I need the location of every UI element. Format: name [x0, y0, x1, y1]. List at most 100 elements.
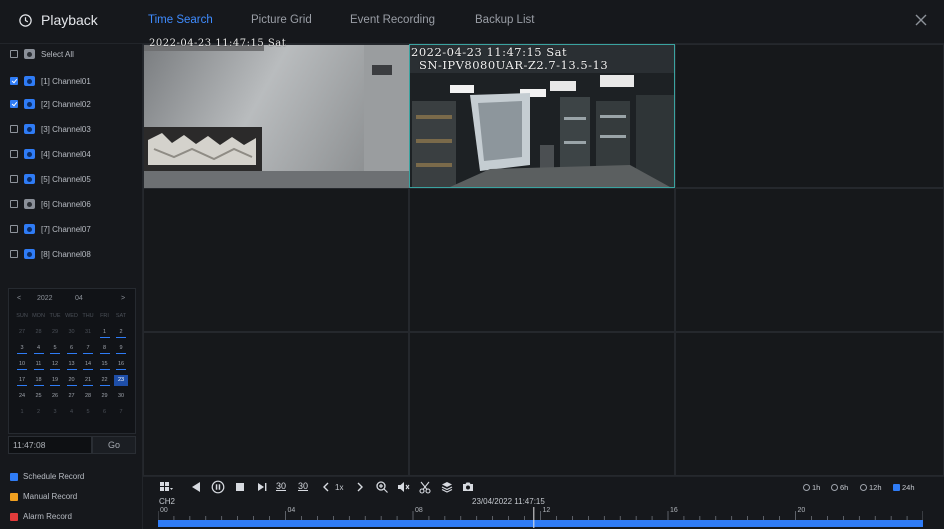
skip-forward-30-button[interactable]: 30: [298, 481, 308, 491]
calendar-day[interactable]: 5: [81, 407, 95, 418]
channel-item[interactable]: [5] Channel05: [10, 172, 91, 186]
zoom-option-6h[interactable]: 6h: [831, 483, 848, 492]
calendar-day[interactable]: 9: [114, 343, 128, 354]
skip-back-30-button[interactable]: 30: [276, 481, 286, 491]
channel-item[interactable]: [4] Channel04: [10, 147, 91, 161]
calendar-day[interactable]: 29: [98, 391, 112, 402]
select-all-checkbox[interactable]: [10, 50, 18, 58]
calendar-day[interactable]: 16: [114, 359, 128, 370]
calendar-day[interactable]: 4: [65, 407, 79, 418]
stop-icon[interactable]: [233, 480, 247, 494]
channel-checkbox[interactable]: [10, 200, 18, 208]
calendar-month[interactable]: 04: [75, 295, 83, 302]
prev-month-button[interactable]: <: [17, 295, 21, 302]
calendar-day[interactable]: 30: [65, 327, 79, 338]
calendar-day[interactable]: 6: [65, 343, 79, 354]
calendar-day[interactable]: 12: [48, 359, 62, 370]
calendar-day[interactable]: 26: [48, 391, 62, 402]
next-month-button[interactable]: >: [121, 295, 125, 302]
calendar-day[interactable]: 24: [15, 391, 29, 402]
channel-item[interactable]: [8] Channel08: [10, 247, 91, 261]
calendar-day[interactable]: 31: [81, 327, 95, 338]
calendar-day[interactable]: 1: [98, 327, 112, 338]
video-cell-empty[interactable]: [409, 188, 675, 332]
snapshot-camera-icon[interactable]: [461, 480, 475, 494]
calendar-day[interactable]: 28: [81, 391, 95, 402]
calendar-day[interactable]: 3: [15, 343, 29, 354]
calendar-day[interactable]: 28: [32, 327, 46, 338]
channel-checkbox[interactable]: [10, 250, 18, 258]
zoom-radio[interactable]: [831, 484, 838, 491]
time-input[interactable]: [8, 436, 92, 454]
go-button[interactable]: Go: [92, 436, 136, 454]
channel-item[interactable]: [2] Channel02: [10, 97, 91, 111]
tab-picture-grid[interactable]: Picture Grid: [251, 14, 312, 26]
zoom-radio[interactable]: [860, 484, 867, 491]
calendar-day[interactable]: 14: [81, 359, 95, 370]
video-cell-empty[interactable]: [143, 188, 409, 332]
video-cell-empty[interactable]: [675, 44, 944, 188]
channel-checkbox[interactable]: [10, 125, 18, 133]
calendar-day[interactable]: 22: [98, 375, 112, 386]
calendar-day[interactable]: 23: [114, 375, 128, 386]
calendar-day[interactable]: 19: [48, 375, 62, 386]
layout-grid-icon[interactable]: [159, 480, 173, 494]
channel-item[interactable]: [3] Channel03: [10, 122, 91, 136]
calendar-day[interactable]: 6: [98, 407, 112, 418]
calendar-day[interactable]: 1: [15, 407, 29, 418]
channel-checkbox[interactable]: [10, 175, 18, 183]
playback-timeline[interactable]: 00 04 08 12 16 20: [157, 505, 924, 528]
video-cell-empty[interactable]: [143, 332, 409, 476]
calendar-day[interactable]: 27: [65, 391, 79, 402]
channel-item[interactable]: [1] Channel01: [10, 74, 91, 88]
slower-icon[interactable]: [319, 480, 333, 494]
channel-checkbox[interactable]: [10, 77, 18, 85]
reverse-play-icon[interactable]: [189, 480, 203, 494]
channel-item[interactable]: [6] Channel06: [10, 197, 91, 211]
zoom-option-24h[interactable]: 24h: [893, 483, 915, 492]
calendar-day[interactable]: 8: [98, 343, 112, 354]
channel-checkbox[interactable]: [10, 100, 18, 108]
zoom-option-12h[interactable]: 12h: [860, 483, 882, 492]
zoom-radio[interactable]: [803, 484, 810, 491]
clip-scissors-icon[interactable]: [418, 480, 432, 494]
zoom-in-icon[interactable]: [375, 480, 389, 494]
calendar-day[interactable]: 30: [114, 391, 128, 402]
calendar-day[interactable]: 13: [65, 359, 79, 370]
calendar-day[interactable]: 25: [32, 391, 46, 402]
video-cell-empty[interactable]: [409, 332, 675, 476]
pause-icon[interactable]: [211, 480, 225, 494]
mute-icon[interactable]: [396, 480, 410, 494]
zoom-radio-selected[interactable]: [893, 484, 900, 491]
calendar-day[interactable]: 21: [81, 375, 95, 386]
calendar-day[interactable]: 7: [114, 407, 128, 418]
calendar-day[interactable]: 11: [32, 359, 46, 370]
close-icon[interactable]: [912, 11, 930, 29]
calendar-day[interactable]: 29: [48, 327, 62, 338]
next-frame-icon[interactable]: [255, 480, 269, 494]
select-all-row[interactable]: Select All: [10, 47, 74, 61]
calendar-day[interactable]: 27: [15, 327, 29, 338]
video-cell-channel01[interactable]: [143, 44, 410, 189]
calendar-day[interactable]: 5: [48, 343, 62, 354]
calendar-day[interactable]: 18: [32, 375, 46, 386]
tab-event-recording[interactable]: Event Recording: [350, 14, 435, 26]
calendar-day[interactable]: 2: [32, 407, 46, 418]
channel-checkbox[interactable]: [10, 150, 18, 158]
faster-icon[interactable]: [353, 480, 367, 494]
calendar-day[interactable]: 7: [81, 343, 95, 354]
tab-backup-list[interactable]: Backup List: [475, 14, 534, 26]
calendar-year[interactable]: 2022: [37, 295, 53, 302]
calendar-day[interactable]: 4: [32, 343, 46, 354]
calendar-day[interactable]: 10: [15, 359, 29, 370]
tab-time-search[interactable]: Time Search: [148, 14, 213, 26]
calendar-day[interactable]: 20: [65, 375, 79, 386]
channel-checkbox[interactable]: [10, 225, 18, 233]
video-cell-empty[interactable]: [675, 332, 944, 476]
timeline-track[interactable]: 00 04 08 12 16 20: [157, 505, 924, 528]
backup-layers-icon[interactable]: [440, 480, 454, 494]
calendar-day[interactable]: 17: [15, 375, 29, 386]
channel-item[interactable]: [7] Channel07: [10, 222, 91, 236]
calendar-day[interactable]: 15: [98, 359, 112, 370]
video-cell-empty[interactable]: [675, 188, 944, 332]
